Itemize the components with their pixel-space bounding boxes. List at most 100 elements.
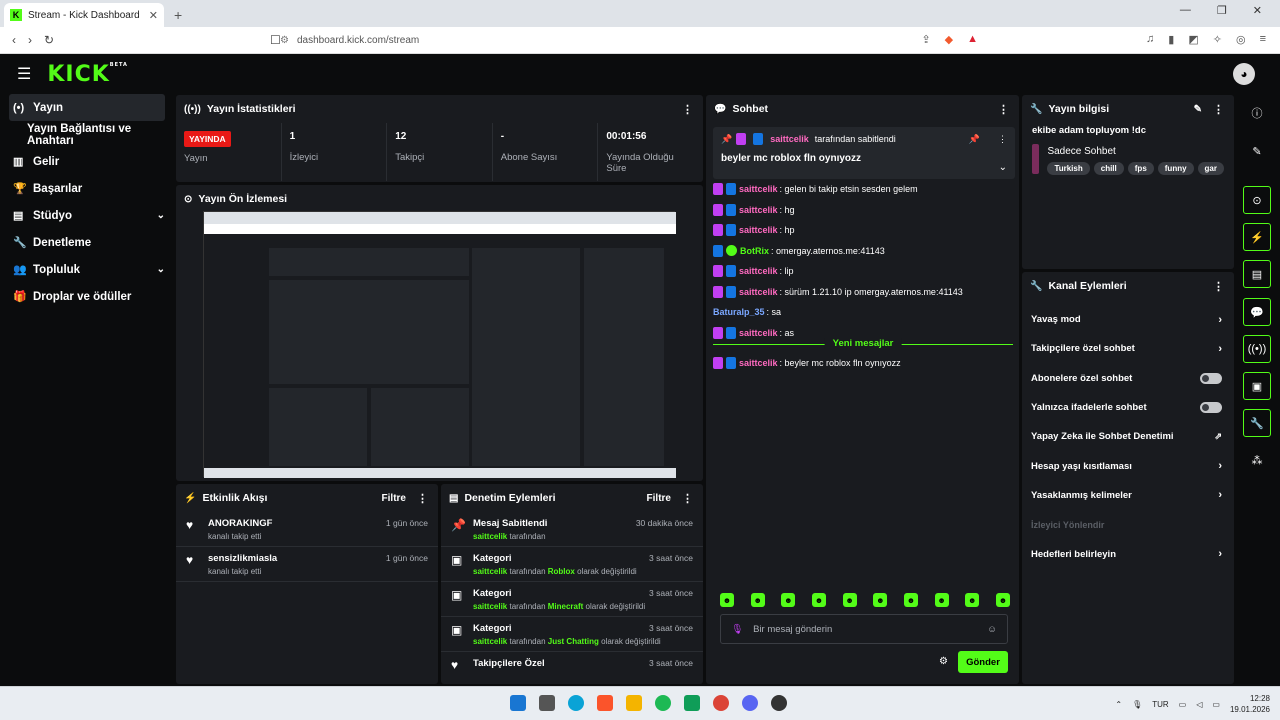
emotes-only-toggle[interactable] [1200,402,1222,414]
brave-icon[interactable] [597,695,613,711]
wallet-icon[interactable]: ◩ [1188,33,1198,46]
list-icon[interactable]: ▤ [1243,260,1271,288]
network-icon[interactable]: ▭ [1179,700,1187,709]
media-icon[interactable]: ♫ [1146,33,1154,46]
chat-username[interactable]: saittcelik [739,287,778,297]
more-icon[interactable]: ⋮ [417,492,428,505]
chat-username[interactable]: saittcelik [739,184,778,194]
kick-logo[interactable]: KICKBETA [47,62,128,87]
mod-user[interactable]: saittcelik [473,602,507,611]
info-icon[interactable]: ⓘ [1243,99,1271,127]
leo-icon[interactable]: ✧ [1213,33,1222,46]
language-indicator[interactable]: TUR [1152,700,1168,709]
action-ai-moderation[interactable]: Yapay Zeka ile Sohbet Denetimi ⇗ [1022,422,1234,451]
vpn-icon[interactable]: ◎ [1236,33,1246,46]
sidebar-item-studio[interactable]: ▤ Stüdyo ⌄ [3,202,175,229]
minimize-icon[interactable]: — [1180,4,1191,17]
rewards-icon[interactable]: ▲ [967,33,978,46]
lightning-icon[interactable]: ⚡ [1243,223,1271,251]
chevron-up-icon[interactable]: ⌃ [1115,700,1122,709]
url-field[interactable]: ⚙ dashboard.kick.com/stream [280,31,1000,50]
more-icon[interactable]: ⋮ [998,103,1009,116]
action-followers-only[interactable]: Takipçilere özel sohbet › [1022,334,1234,363]
emote-icon[interactable]: ☻ [811,593,826,607]
emote-icon[interactable]: ☻ [781,593,796,607]
reload-icon[interactable]: ↻ [44,33,54,47]
emote-icon[interactable]: ☻ [903,593,918,607]
obs-icon[interactable] [771,695,787,711]
spotify-icon[interactable] [655,695,671,711]
wrench-icon[interactable]: 🔧 [1243,409,1271,437]
emote-icon[interactable]: ☻ [995,593,1010,607]
chrome-icon[interactable] [713,695,729,711]
site-info-icon[interactable]: ⚙ [280,35,289,46]
sidebar-item-moderation[interactable]: 🔧 Denetleme [3,229,175,256]
share-icon[interactable]: ⇪ [921,33,930,46]
gear-icon[interactable]: ⚙ [939,656,948,667]
sidebar-item-achievements[interactable]: 🏆 Başarılar [3,175,175,202]
shield-icon[interactable]: ◆ [945,33,953,46]
pinned-user[interactable]: saittcelik [770,134,809,144]
sidebar-item-stream[interactable]: (•) Yayın [9,94,165,121]
sidebar-item-stream-key[interactable]: Yayın Bağlantısı ve Anahtarı [3,121,175,148]
edit-icon[interactable]: ✎ [1243,137,1271,165]
chat-username[interactable]: Baturalp_35 [713,307,765,317]
start-icon[interactable] [510,695,526,711]
back-icon[interactable]: ‹ [12,33,16,47]
preview-icon[interactable]: ⊙ [1243,186,1271,214]
pinned-message[interactable]: 📌 saittcelik tarafından sabitlendi 📌 ⋮ beyle… [713,127,1015,179]
close-tab-icon[interactable]: ✕ [149,9,158,22]
explorer-icon[interactable] [626,695,642,711]
sidebar-item-revenue[interactable]: ▥ Gelir [3,148,175,175]
more-icon[interactable]: ⋮ [1213,103,1224,116]
filter-button[interactable]: Filtre [382,493,406,504]
emote-icon[interactable]: ☻ [934,593,949,607]
modlog-icon[interactable]: ▣ [1243,372,1271,400]
add-panel-icon[interactable]: ⁂ [1243,446,1271,474]
emoji-icon[interactable]: ☺ [987,624,997,635]
app-icon[interactable] [684,695,700,711]
mod-user[interactable]: saittcelik [473,637,507,646]
chat-icon[interactable]: 💬 [1243,298,1271,326]
close-window-icon[interactable]: ✕ [1253,4,1262,17]
chat-input[interactable]: 🎙 Bir mesaj gönderin ☺ [720,614,1008,644]
more-icon[interactable]: ⋮ [682,103,693,116]
unpin-icon[interactable]: 📌 [969,134,980,145]
sidebar-item-drops[interactable]: 🎁 Droplar ve ödüller [3,283,175,310]
clock[interactable]: 12:28 19.01.2026 [1230,693,1270,715]
chat-username[interactable]: BotRix [740,246,769,256]
action-set-goals[interactable]: Hedefleri belirleyin › [1022,539,1234,568]
more-icon[interactable]: ⋮ [682,492,693,505]
subscribers-only-toggle[interactable] [1200,372,1222,384]
battery-icon[interactable]: ▭ [1212,700,1220,709]
chat-username[interactable]: saittcelik [739,328,778,338]
chat-username[interactable]: saittcelik [739,205,778,215]
edit-icon[interactable]: ✎ [1194,104,1202,115]
stream-preview-video[interactable] [203,211,676,478]
edge-icon[interactable] [568,695,584,711]
user-avatar[interactable]: ◕ [1233,63,1255,85]
sidebar-item-community[interactable]: 👥 Topluluk ⌄ [3,256,175,283]
forward-icon[interactable]: › [28,33,32,47]
chat-username[interactable]: saittcelik [739,225,778,235]
filter-button[interactable]: Filtre [647,493,671,504]
more-icon[interactable]: ⋮ [1213,280,1224,293]
emote-icon[interactable]: ☻ [965,593,980,607]
mic-icon[interactable]: 🎙 [1132,700,1142,709]
emote-icon[interactable]: ☻ [750,593,765,607]
volume-icon[interactable]: ◁ [1196,700,1202,709]
mod-user[interactable]: saittcelik [473,567,507,576]
hamburger-menu-icon[interactable]: ☰ [17,64,31,84]
action-banned-words[interactable]: Yasaklanmış kelimeler › [1022,481,1234,510]
emote-icon[interactable]: ☻ [720,593,734,607]
new-tab-icon[interactable]: + [174,7,182,23]
more-icon[interactable]: ⋮ [998,134,1007,145]
discord-icon[interactable] [742,695,758,711]
chat-username[interactable]: saittcelik [739,266,778,276]
emote-icon[interactable]: ☻ [842,593,857,607]
action-slow-mode[interactable]: Yavaş mod › [1022,305,1234,334]
action-account-age[interactable]: Hesap yaşı kısıtlaması › [1022,451,1234,480]
app-icon[interactable] [539,695,555,711]
mod-user[interactable]: saittcelik [473,532,507,541]
menu-icon[interactable]: ≡ [1260,33,1266,46]
